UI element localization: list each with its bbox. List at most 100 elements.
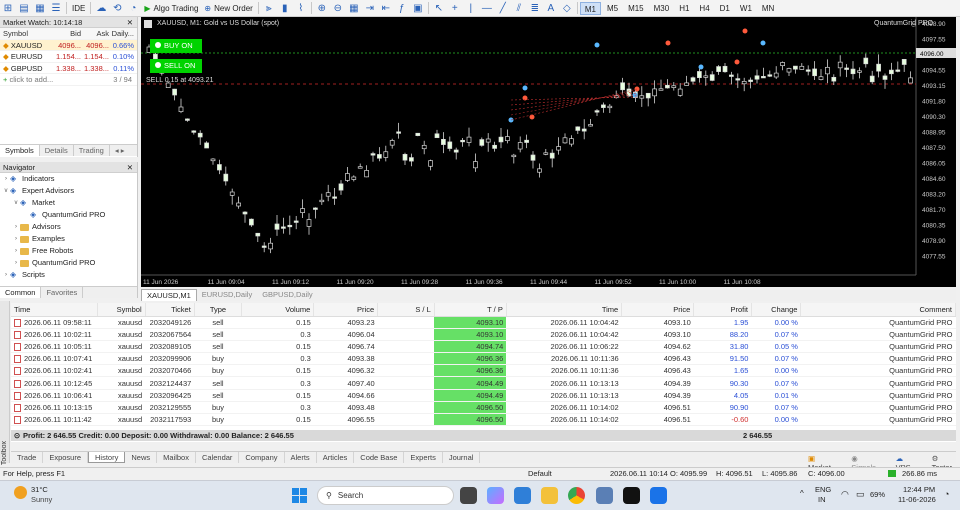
expand-arrow-icon[interactable]: › [2,173,10,185]
connection-icon[interactable] [888,470,896,477]
wifi-icon[interactable]: ◠ [841,489,849,500]
trade-marker[interactable] [665,40,671,46]
chart-tab-xauusd[interactable]: XAUUSD,M1 [141,289,197,301]
windows-start-icon[interactable] [292,488,307,503]
clock-date[interactable]: 11-06-2026 [898,495,936,504]
hline-icon[interactable]: — [479,1,495,16]
weather-icon[interactable] [14,486,27,499]
col-header[interactable]: S / L [377,303,435,317]
candle-chart-icon[interactable]: ▮ [277,1,293,16]
tab-symbols[interactable]: Symbols [0,145,40,156]
ide-button[interactable]: IDE [69,1,88,16]
table-row[interactable]: 2026.06.11 10:12:45 xauusd 2032124437 sell 0… [11,376,956,390]
trade-marker[interactable] [529,114,535,120]
table-row[interactable]: 2026.06.11 09:58:11 xauusd 2032049126 sell 0… [11,316,956,329]
navigator-item[interactable]: › ◈ Scripts [0,269,137,281]
shift-icon[interactable]: ⇤ [378,1,394,16]
tab-common[interactable]: Common [0,287,42,298]
profiles-icon[interactable]: ▤ [16,1,32,16]
file-explorer-icon[interactable] [541,487,558,504]
col-header[interactable]: Ticket [145,303,195,317]
task-view-icon[interactable] [460,487,477,504]
toolbox-side[interactable]: Toolbox [0,301,10,465]
navigator-item[interactable]: › Advisors [0,221,137,233]
market-watch-icon[interactable]: ▦ [32,1,48,16]
timeframe-h4[interactable]: H4 [695,2,713,15]
trendline-icon[interactable]: ╱ [495,1,511,16]
mt5-icon[interactable] [596,487,613,504]
shapes-icon[interactable]: ◇ [559,1,575,16]
history-icon[interactable]: ⟲ [109,1,125,16]
taskbar-search[interactable]: ⚲ Search [317,486,454,505]
trade-marker[interactable] [594,42,600,48]
vline-icon[interactable]: | [463,1,479,16]
navigator-icon[interactable]: ☰ [48,1,64,16]
copilot-icon[interactable] [487,487,504,504]
channel-icon[interactable]: ⫽ [511,1,527,16]
col-header[interactable]: T / P [434,303,507,317]
market-watch-row[interactable]: ◆ EURUSD 1.154... 1.154... 0.10% [0,51,137,63]
battery-icon[interactable]: ▭ [856,489,865,500]
cloud-icon[interactable]: ☁ [93,1,109,16]
signals-icon[interactable]: ◔ [125,1,141,16]
timeframe-m30[interactable]: M30 [650,2,674,15]
tab-details[interactable]: Details [40,145,74,156]
timeframe-m1[interactable]: M1 [579,1,601,15]
zoom-out-icon[interactable]: ⊖ [330,1,346,16]
toolbox-tab-company[interactable]: Company [239,452,285,463]
new-order-button[interactable]: ⊕ New Order [201,1,255,16]
close-icon[interactable]: ✕ [127,162,137,172]
trade-marker[interactable] [742,28,748,34]
buy-on-button[interactable]: BUY ON [150,39,202,53]
table-row[interactable]: 2026.06.11 10:06:41 xauusd 2032096425 sell 0… [11,389,956,402]
toolbox-tab-experts[interactable]: Experts [404,452,443,463]
col-header[interactable]: Profit [693,303,752,317]
toolbox-tab-alerts[interactable]: Alerts [285,452,317,463]
tile-icon[interactable]: ▦ [346,1,362,16]
tab-scroll-icon[interactable]: ◂ ▸ [110,145,130,156]
autoscroll-icon[interactable]: ⇥ [362,1,378,16]
fibo-icon[interactable]: ≣ [527,1,543,16]
timeframe-h1[interactable]: H1 [675,2,693,15]
table-row[interactable]: 2026.06.11 10:02:41 xauusd 2032070466 buy 0.… [11,364,956,378]
col-header[interactable]: Time [11,303,99,317]
col-ask[interactable]: Ask [81,28,109,39]
toolbox-tab-trade[interactable]: Trade [11,452,44,463]
toolbox-tab-code-base[interactable]: Code Base [354,452,405,463]
chart-tab-eurusd[interactable]: EURUSD,Daily [197,289,257,301]
table-row[interactable]: 2026.06.11 10:02:11 xauusd 2032067564 sell 0… [11,328,956,341]
expand-arrow-icon[interactable]: v [12,197,20,209]
toolbox-tab-calendar[interactable]: Calendar [196,452,240,463]
toolbox-tab-mailbox[interactable]: Mailbox [157,452,196,463]
col-symbol[interactable]: Symbol [0,28,52,39]
price-chart[interactable]: 4098.904097.554096.004094.554093.154091.… [141,17,956,287]
trade-marker[interactable] [734,59,740,65]
expand-arrow-icon[interactable]: › [12,257,20,269]
timeframe-m5[interactable]: M5 [603,2,622,15]
bar-chart-icon[interactable]: ⫸ [261,1,277,16]
chart-tab-gbpusd[interactable]: GBPUSD,Daily [257,289,317,301]
close-icon[interactable]: ✕ [127,17,137,27]
toolbox-tab-journal[interactable]: Journal [443,452,481,463]
navigator-item[interactable]: ◈ QuantumGrid PRO [0,209,137,221]
navigator-item[interactable]: › Examples [0,233,137,245]
navigator-item[interactable]: › ◈ Indicators [0,173,137,185]
col-header[interactable]: Price [313,303,379,317]
toolbox-tab-history[interactable]: History [88,452,126,463]
tab-trading[interactable]: Trading [74,145,110,156]
algo-trading-button[interactable]: ▶ Algo Trading [141,1,201,16]
chart-menu-icon[interactable] [144,20,152,28]
col-header[interactable]: Volume [241,303,315,317]
trade-marker[interactable] [760,40,766,46]
timeframe-d1[interactable]: D1 [716,2,734,15]
expand-arrow-icon[interactable]: › [12,221,20,233]
expand-arrow-icon[interactable]: › [12,245,20,257]
expand-arrow-icon[interactable]: v [2,185,10,197]
navigator-item[interactable]: › QuantumGrid PRO [0,257,137,269]
col-header[interactable]: Time [506,303,623,317]
navigator-item[interactable]: v ◈ Expert Advisors [0,185,137,197]
market-watch-row[interactable]: ◆ XAUUSD 4096... 4096... 0.66% [0,39,137,51]
toolbox-tab-articles[interactable]: Articles [317,452,355,463]
chart-canvas[interactable]: 4098.904097.554096.004094.554093.154091.… [141,17,956,287]
timeframe-m15[interactable]: M15 [624,2,648,15]
